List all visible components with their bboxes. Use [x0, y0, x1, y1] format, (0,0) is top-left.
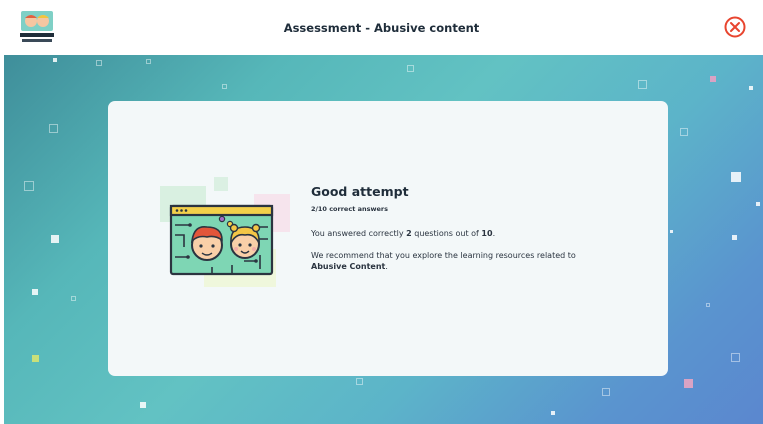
results-card: Good attempt 2/10 correct answers You an… — [108, 101, 668, 376]
decor-square — [222, 84, 227, 89]
score-summary: 2/10 correct answers — [311, 205, 388, 213]
recommendation-text: We recommend that you explore the learni… — [311, 250, 611, 272]
decor-square — [53, 58, 57, 62]
decor-square — [684, 379, 693, 388]
decor-square — [638, 80, 647, 89]
correct-count: 2 — [406, 229, 412, 238]
decor-square — [670, 230, 673, 233]
decor-square — [710, 76, 716, 82]
decor-square — [731, 353, 740, 362]
decor-square — [96, 60, 102, 66]
decor-square — [706, 303, 710, 307]
answered-middle: questions out of — [414, 229, 479, 238]
decor-square — [51, 235, 59, 243]
decor-square — [602, 388, 610, 396]
decor-square — [731, 172, 741, 182]
app-header: Assessment - Abusive content — [0, 0, 763, 55]
kids-on-screen-illustration — [160, 177, 290, 287]
decor-square — [356, 378, 363, 385]
result-content: Good attempt 2/10 correct answers You an… — [311, 184, 611, 272]
recommend-topic: Abusive Content — [311, 262, 386, 271]
recommend-prefix: We recommend that you explore the learni… — [311, 251, 576, 260]
answered-suffix: . — [492, 229, 496, 238]
decor-square — [680, 128, 688, 136]
decor-square — [146, 59, 151, 64]
result-title: Good attempt — [311, 184, 409, 199]
close-icon[interactable] — [724, 16, 746, 38]
decor-square — [551, 411, 555, 415]
decor-square — [32, 355, 39, 362]
page-title: Assessment - Abusive content — [283, 20, 480, 35]
answered-text: You answered correctly 2 questions out o… — [311, 228, 611, 239]
total-count: 10 — [481, 229, 493, 238]
decor-square — [71, 296, 76, 301]
answered-prefix: You answered correctly — [311, 229, 404, 238]
decor-square — [756, 202, 760, 206]
decor-square — [49, 124, 58, 133]
decor-square — [140, 402, 146, 408]
decor-square — [32, 289, 38, 295]
results-background: Good attempt 2/10 correct answers You an… — [4, 55, 763, 424]
decor-square — [407, 65, 414, 72]
super-cyber-kids-logo — [18, 9, 56, 45]
decor-square — [24, 181, 34, 191]
decor-square — [732, 235, 737, 240]
recommend-suffix: . — [385, 262, 388, 271]
decor-square — [749, 86, 753, 90]
